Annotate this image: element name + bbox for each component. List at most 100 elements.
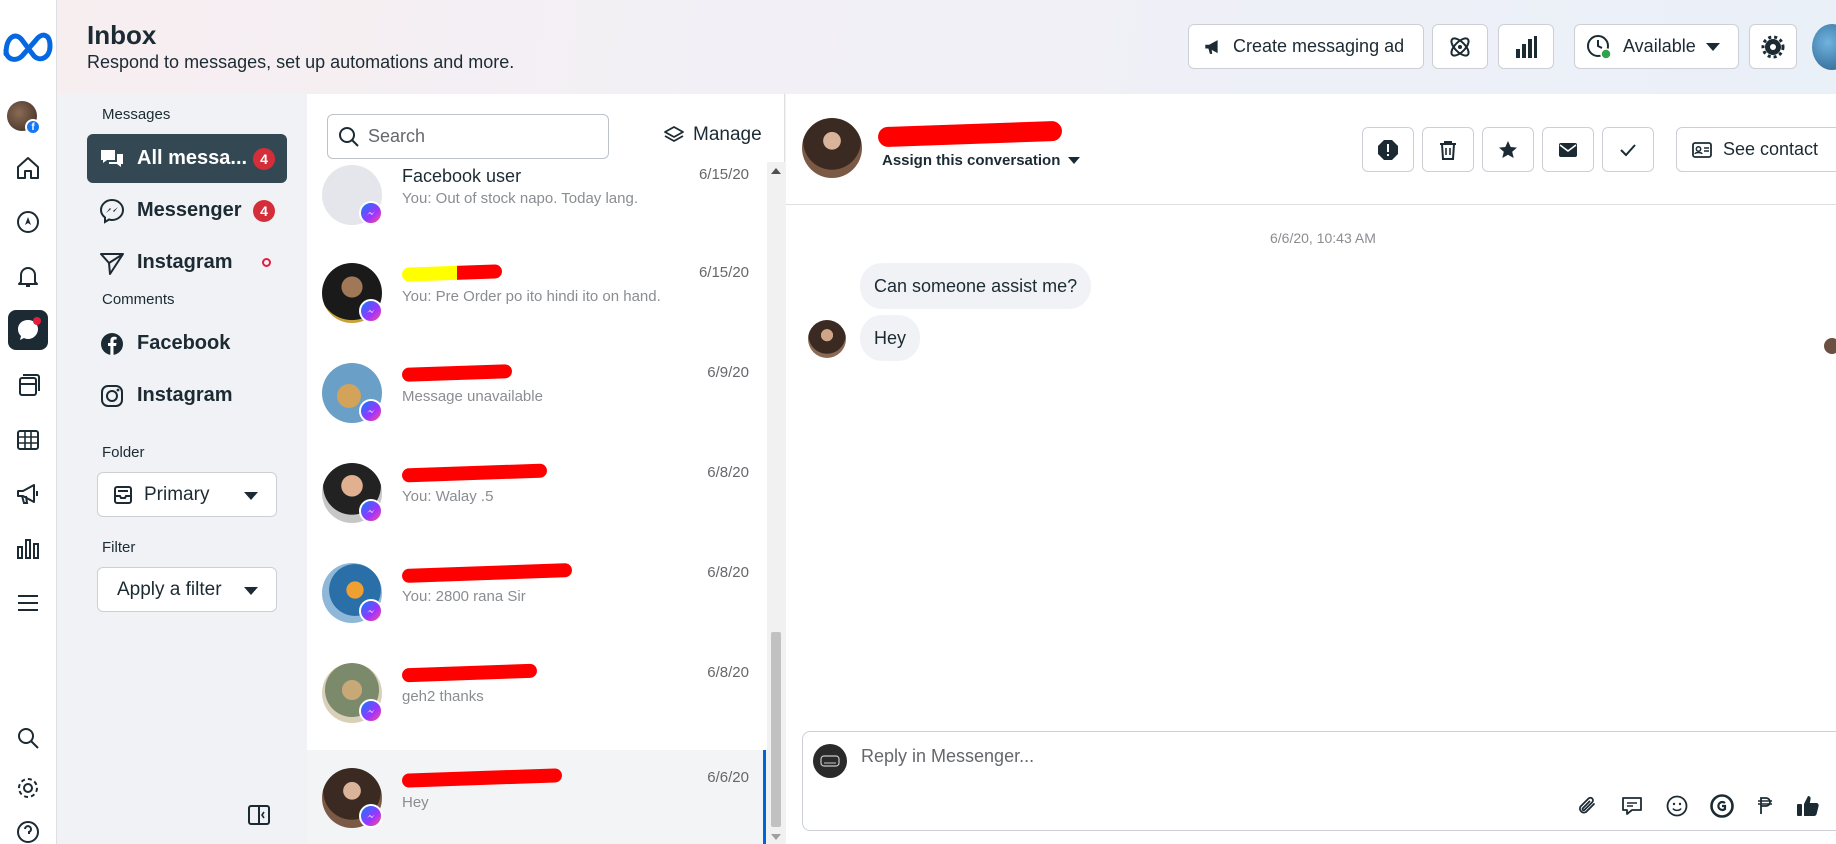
filter-dropdown[interactable]: Apply a filter bbox=[97, 567, 277, 612]
insights-button[interactable] bbox=[1498, 24, 1554, 69]
comments-heading: Comments bbox=[102, 291, 175, 308]
clock-status-icon bbox=[1585, 33, 1613, 61]
filter-dropdown-value: Apply a filter bbox=[117, 578, 222, 600]
availability-status-dropdown[interactable]: Available bbox=[1574, 24, 1739, 69]
see-contact-button[interactable]: See contact bbox=[1676, 127, 1836, 172]
account-avatar[interactable]: f bbox=[7, 101, 41, 135]
thumbs-up-icon bbox=[1795, 793, 1821, 819]
contact-avatar[interactable] bbox=[802, 118, 862, 178]
rail-help[interactable] bbox=[8, 812, 48, 844]
folder-dropdown[interactable]: Primary bbox=[97, 472, 277, 517]
conversation-row[interactable]: Facebook user You: Out of stock napo. To… bbox=[307, 162, 767, 262]
messenger-badge-icon bbox=[359, 399, 383, 423]
create-messaging-ad-button[interactable]: Create messaging ad bbox=[1188, 24, 1424, 69]
mark-as-unread-button[interactable] bbox=[1542, 127, 1594, 172]
message-preview: You: Out of stock napo. Today lang. bbox=[402, 190, 639, 207]
payment-button[interactable] bbox=[1751, 792, 1779, 820]
profile-avatar[interactable] bbox=[1812, 24, 1836, 70]
chat-bubbles-icon bbox=[99, 146, 125, 172]
messenger-badge-icon bbox=[359, 599, 383, 623]
conversation-row[interactable]: You: 2800 rana Sir 6/8/20 bbox=[307, 560, 767, 660]
chevron-down-icon bbox=[244, 492, 258, 500]
messenger-badge-icon bbox=[359, 201, 383, 225]
conversation-row[interactable]: geh2 thanks 6/8/20 bbox=[307, 660, 767, 760]
nav-all-messages-label: All messa... bbox=[137, 147, 248, 169]
redacted-name bbox=[401, 264, 503, 282]
scroll-down-arrow-icon[interactable] bbox=[771, 834, 781, 840]
reply-input[interactable] bbox=[861, 746, 1461, 767]
assign-conversation-dropdown[interactable]: Assign this conversation bbox=[882, 152, 1081, 169]
folder-heading: Folder bbox=[102, 444, 145, 461]
nav-instagram-messages-label: Instagram bbox=[137, 251, 233, 273]
chevron-down-icon bbox=[1706, 43, 1720, 51]
trash-icon bbox=[1437, 139, 1459, 161]
message-preview: Message unavailable bbox=[402, 388, 543, 405]
create-messaging-ad-label: Create messaging ad bbox=[1233, 36, 1405, 56]
meta-logo-icon[interactable] bbox=[2, 28, 54, 62]
nav-instagram-comments[interactable]: Instagram bbox=[87, 371, 287, 420]
rail-ads[interactable] bbox=[8, 474, 48, 514]
rail-all-tools[interactable] bbox=[8, 583, 48, 623]
conversation-list: Facebook user You: Out of stock napo. To… bbox=[307, 162, 767, 844]
seen-indicator-avatar bbox=[1824, 338, 1836, 354]
inbox-nav: Messages All messa... 4 Messenger 4 Inst… bbox=[57, 94, 307, 844]
star-button[interactable] bbox=[1482, 127, 1534, 172]
chevron-down-icon bbox=[244, 587, 258, 595]
delete-button[interactable] bbox=[1422, 127, 1474, 172]
scroll-up-arrow-icon[interactable] bbox=[771, 168, 781, 174]
rail-home[interactable] bbox=[8, 148, 48, 188]
nav-facebook-comments-label: Facebook bbox=[137, 332, 231, 354]
collapse-panel-button[interactable] bbox=[247, 804, 271, 826]
list-scrollbar[interactable] bbox=[767, 162, 785, 844]
conversation-row[interactable]: Message unavailable 6/9/20 bbox=[307, 360, 767, 460]
conversation-row[interactable]: You: Pre Order po ito hindi ito on hand.… bbox=[307, 260, 767, 360]
manage-button[interactable]: Manage bbox=[663, 124, 762, 146]
nav-messenger[interactable]: Messenger 4 bbox=[87, 186, 287, 235]
nav-all-messages[interactable]: All messa... 4 bbox=[87, 134, 287, 183]
rail-inbox[interactable] bbox=[8, 310, 48, 350]
gif-button[interactable] bbox=[1708, 792, 1736, 820]
gear-icon bbox=[1761, 35, 1785, 59]
automations-button[interactable] bbox=[1432, 24, 1488, 69]
selected-indicator bbox=[763, 750, 766, 844]
search-box[interactable] bbox=[327, 114, 609, 159]
mark-as-spam-button[interactable] bbox=[1362, 127, 1414, 172]
message-date: 6/15/20 bbox=[698, 264, 749, 281]
rail-insights[interactable] bbox=[8, 528, 48, 568]
message-date: 6/9/20 bbox=[707, 364, 749, 381]
rail-settings[interactable] bbox=[8, 768, 48, 808]
rail-ad-center[interactable] bbox=[8, 202, 48, 242]
paperclip-icon bbox=[1575, 794, 1599, 818]
message-preview: You: Walay .5 bbox=[402, 488, 494, 505]
message-preview: You: 2800 rana Sir bbox=[402, 588, 526, 605]
nav-instagram-messages[interactable]: Instagram bbox=[87, 238, 287, 287]
attach-file-button[interactable] bbox=[1573, 792, 1601, 820]
scroll-thumb[interactable] bbox=[771, 632, 781, 827]
conversation-list-panel: Manage Facebook user You: Out of stock n… bbox=[307, 94, 785, 844]
help-icon bbox=[15, 819, 41, 844]
bar-chart-icon bbox=[1514, 35, 1538, 59]
messenger-badge-icon bbox=[359, 699, 383, 723]
inbox-settings-button[interactable] bbox=[1749, 24, 1797, 69]
availability-status-label: Available bbox=[1623, 36, 1696, 56]
messenger-badge-icon bbox=[359, 499, 383, 523]
mark-as-done-button[interactable] bbox=[1602, 127, 1654, 172]
saved-replies-button[interactable] bbox=[1618, 792, 1646, 820]
chevron-down-icon bbox=[1068, 157, 1081, 164]
rail-pages[interactable] bbox=[8, 366, 48, 406]
bell-icon bbox=[15, 263, 41, 289]
messenger-badge-icon bbox=[359, 804, 383, 828]
like-button[interactable] bbox=[1794, 792, 1822, 820]
sender-avatar bbox=[808, 320, 846, 358]
assign-conversation-label: Assign this conversation bbox=[882, 152, 1061, 169]
rail-notifications[interactable] bbox=[8, 256, 48, 296]
emoji-button[interactable] bbox=[1663, 792, 1691, 820]
unread-count-badge: 4 bbox=[253, 199, 275, 222]
nav-facebook-comments[interactable]: Facebook bbox=[87, 319, 287, 368]
rail-planner[interactable] bbox=[8, 420, 48, 460]
search-input[interactable] bbox=[368, 126, 588, 147]
conversation-row-selected[interactable]: Hey 6/6/20 bbox=[307, 750, 767, 844]
rail-search[interactable] bbox=[8, 718, 48, 758]
redacted-name bbox=[401, 768, 563, 788]
conversation-row[interactable]: You: Walay .5 6/8/20 bbox=[307, 460, 767, 560]
